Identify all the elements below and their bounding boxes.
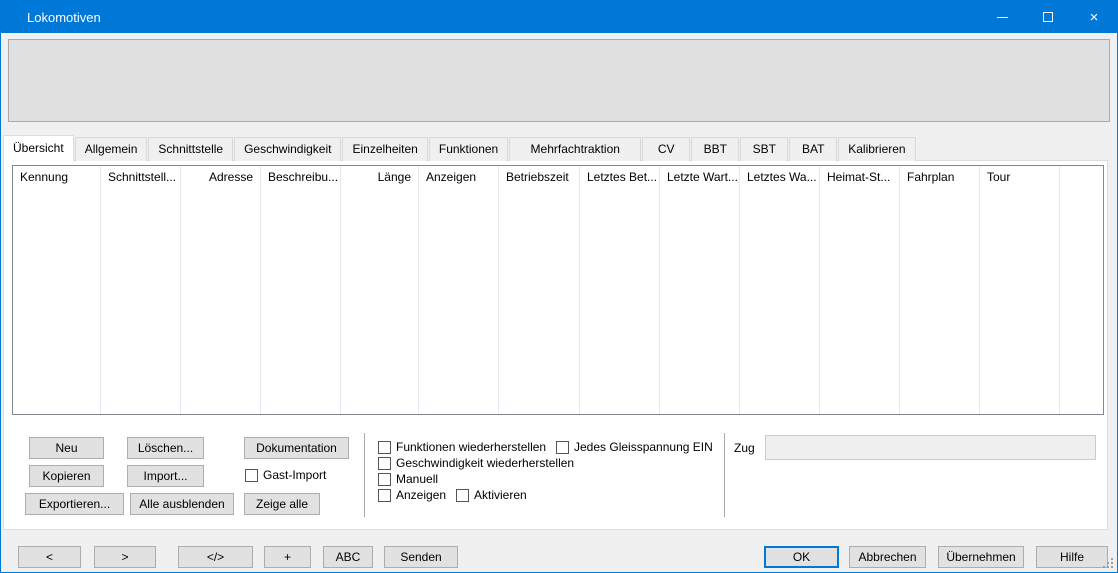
kopieren-button[interactable]: Kopieren	[29, 465, 104, 487]
neu-button[interactable]: Neu	[29, 437, 104, 459]
column-letzte-wartung[interactable]: Letzte Wart...	[660, 166, 740, 414]
minimize-icon	[997, 17, 1008, 18]
column-schnittstelle[interactable]: Schnittstell...	[101, 166, 181, 414]
resize-grip-icon[interactable]	[1102, 557, 1114, 569]
next-button[interactable]: >	[94, 546, 156, 568]
checkbox-box-icon	[456, 489, 469, 502]
funktionen-wiederherstellen-checkbox[interactable]: Funktionen wiederherstellen	[378, 440, 546, 454]
tab-schnittstelle[interactable]: Schnittstelle	[148, 137, 233, 161]
tab-geschwindigkeit[interactable]: Geschwindigkeit	[234, 137, 341, 161]
tab-sbt[interactable]: SBT	[740, 137, 788, 161]
gast-import-checkbox[interactable]: Gast-Import	[245, 468, 326, 482]
column-heimat-stelle[interactable]: Heimat-St...	[820, 166, 900, 414]
column-anzeigen[interactable]: Anzeigen	[419, 166, 499, 414]
abbrechen-button[interactable]: Abbrechen	[849, 546, 926, 568]
tab-bat[interactable]: BAT	[789, 137, 837, 161]
maximize-button[interactable]	[1025, 1, 1071, 33]
code-button[interactable]: </>	[178, 546, 253, 568]
tab-allgemein[interactable]: Allgemein	[75, 137, 148, 161]
dokumentation-button[interactable]: Dokumentation	[244, 437, 349, 459]
column-kennung[interactable]: Kennung	[13, 166, 101, 414]
divider-options-zug	[724, 433, 725, 517]
maximize-icon	[1043, 12, 1053, 22]
tab-cv[interactable]: CV	[642, 137, 690, 161]
aktivieren-checkbox[interactable]: Aktivieren	[456, 488, 527, 502]
jedes-gleisspannung-ein-checkbox[interactable]: Jedes Gleisspannung EIN	[556, 440, 713, 454]
checkbox-box-icon	[556, 441, 569, 454]
window-title: Lokomotiven	[1, 10, 101, 25]
tab-strip: Übersicht Allgemein Schnittstelle Geschw…	[3, 134, 917, 161]
tab-page-uebersicht: Kennung Schnittstell... Adresse Beschrei…	[3, 160, 1108, 530]
column-filler	[1060, 166, 1103, 414]
manuell-checkbox[interactable]: Manuell	[378, 472, 438, 486]
checkbox-box-icon	[245, 469, 258, 482]
column-laenge[interactable]: Länge	[341, 166, 419, 414]
import-button[interactable]: Import...	[127, 465, 204, 487]
close-button[interactable]: ×	[1071, 1, 1117, 33]
column-fahrplan[interactable]: Fahrplan	[900, 166, 980, 414]
tab-kalibrieren[interactable]: Kalibrieren	[838, 137, 915, 161]
divider-buttons-options	[364, 433, 365, 517]
uebernehmen-button[interactable]: Übernehmen	[938, 546, 1024, 568]
geschwindigkeit-wiederherstellen-checkbox[interactable]: Geschwindigkeit wiederherstellen	[378, 456, 574, 470]
tab-einzelheiten[interactable]: Einzelheiten	[342, 137, 427, 161]
exportieren-button[interactable]: Exportieren...	[25, 493, 124, 515]
window-controls: ×	[979, 1, 1117, 33]
tab-uebersicht[interactable]: Übersicht	[3, 135, 74, 162]
alle-ausblenden-button[interactable]: Alle ausblenden	[130, 493, 234, 515]
close-icon: ×	[1090, 10, 1099, 25]
tab-mehrfachtraktion[interactable]: Mehrfachtraktion	[509, 137, 641, 161]
locomotive-table[interactable]: Kennung Schnittstell... Adresse Beschrei…	[12, 165, 1104, 415]
hilfe-button[interactable]: Hilfe	[1036, 546, 1108, 568]
prev-button[interactable]: <	[18, 546, 81, 568]
plus-button[interactable]: +	[264, 546, 311, 568]
minimize-button[interactable]	[979, 1, 1025, 33]
column-beschreibung[interactable]: Beschreibu...	[261, 166, 341, 414]
zug-input[interactable]	[765, 435, 1096, 460]
zeige-alle-button[interactable]: Zeige alle	[244, 493, 320, 515]
column-adresse[interactable]: Adresse	[181, 166, 261, 414]
dialog-body: Übersicht Allgemein Schnittstelle Geschw…	[1, 33, 1117, 572]
column-betriebszeit[interactable]: Betriebszeit	[499, 166, 580, 414]
anzeigen-checkbox[interactable]: Anzeigen	[378, 488, 446, 502]
top-panel	[8, 39, 1110, 122]
column-tour[interactable]: Tour	[980, 166, 1060, 414]
ok-button[interactable]: OK	[764, 546, 839, 568]
loeschen-button[interactable]: Löschen...	[127, 437, 204, 459]
abc-button[interactable]: ABC	[323, 546, 373, 568]
checkbox-box-icon	[378, 489, 391, 502]
column-letztes-wartungs[interactable]: Letztes Wa...	[740, 166, 820, 414]
lokomotiven-dialog: Lokomotiven × Übersicht Allgemein Schnit…	[0, 0, 1118, 573]
checkbox-box-icon	[378, 457, 391, 470]
senden-button[interactable]: Senden	[384, 546, 458, 568]
checkbox-box-icon	[378, 441, 391, 454]
tab-bbt[interactable]: BBT	[691, 137, 739, 161]
tab-funktionen[interactable]: Funktionen	[429, 137, 508, 161]
titlebar[interactable]: Lokomotiven ×	[1, 1, 1117, 33]
column-letztes-betrieb[interactable]: Letztes Bet...	[580, 166, 660, 414]
zug-label: Zug	[734, 441, 755, 455]
checkbox-box-icon	[378, 473, 391, 486]
